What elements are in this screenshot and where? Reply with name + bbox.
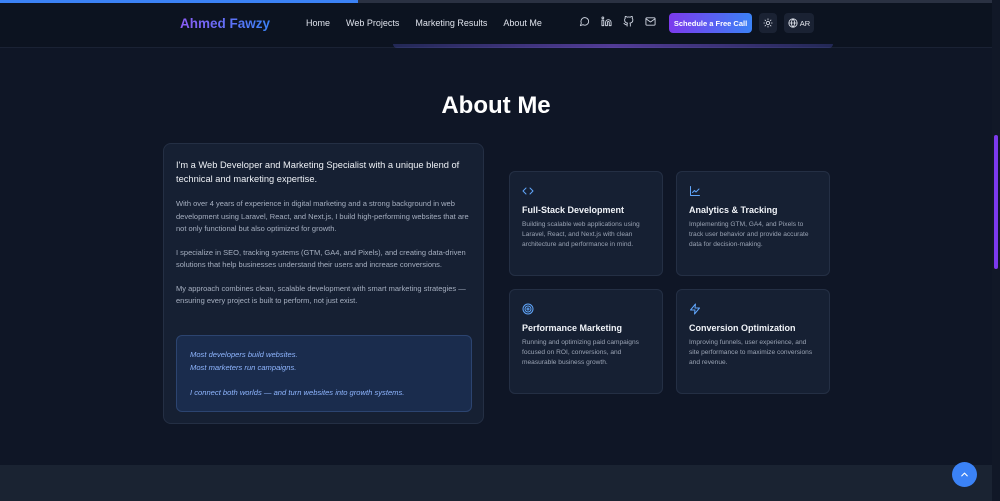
linkedin-icon[interactable] <box>600 15 612 27</box>
scroll-to-top-button[interactable] <box>952 462 977 487</box>
next-section-band <box>0 465 992 501</box>
navbar: Ahmed Fawzy Home Web Projects Marketing … <box>0 3 992 48</box>
whatsapp-icon[interactable] <box>578 15 590 27</box>
feature-title: Performance Marketing <box>522 323 623 333</box>
nav-links: Home Web Projects Marketing Results Abou… <box>306 18 542 28</box>
feature-title: Conversion Optimization <box>689 323 796 333</box>
feature-title: Full-Stack Development <box>522 205 625 215</box>
feature-description: Running and optimizing paid campaigns fo… <box>522 339 639 366</box>
scrollbar-thumb[interactable] <box>994 135 998 269</box>
about-paragraph: I specialize in SEO, tracking systems (G… <box>176 247 466 270</box>
github-icon[interactable] <box>622 15 634 27</box>
nav-link-about-me[interactable]: About Me <box>503 18 542 28</box>
nav-link-web-projects[interactable]: Web Projects <box>346 18 399 28</box>
nav-link-marketing-results[interactable]: Marketing Results <box>415 18 487 28</box>
feature-title: Analytics & Tracking <box>689 205 778 215</box>
chart-line-icon <box>689 184 701 196</box>
theme-toggle-button[interactable] <box>759 13 777 33</box>
quote-line: Most developers build websites. <box>190 350 298 359</box>
feature-card-conversion-optimization: Conversion Optimization Improving funnel… <box>676 289 830 394</box>
nav-glow-decoration <box>393 44 833 48</box>
bolt-icon <box>689 302 701 315</box>
feature-card-performance-marketing: Performance Marketing Running and optimi… <box>509 289 663 394</box>
schedule-call-button[interactable]: Schedule a Free Call <box>669 13 752 33</box>
feature-card-analytics: Analytics & Tracking Implementing GTM, G… <box>676 171 830 276</box>
about-lead: I'm a Web Developer and Marketing Specia… <box>176 160 460 184</box>
mail-icon[interactable] <box>644 15 656 27</box>
section-title: About Me <box>441 92 551 119</box>
language-label: AR <box>799 18 811 28</box>
feature-card-full-stack: Full-Stack Development Building scalable… <box>509 171 663 276</box>
feature-description: Improving funnels, user experience, and … <box>689 339 813 366</box>
globe-icon <box>788 18 798 28</box>
language-switch-button[interactable]: AR <box>784 13 814 33</box>
quote-box: Most developers build websites. Most mar… <box>176 335 472 412</box>
about-paragraph: My approach combines clean, scalable dev… <box>176 283 466 306</box>
scrollbar[interactable] <box>992 0 1000 501</box>
about-paragraph: With over 4 years of experience in digit… <box>176 199 469 233</box>
chevron-up-icon <box>961 472 968 477</box>
target-icon <box>522 302 534 315</box>
feature-description: Building scalable web applications using… <box>522 221 640 248</box>
social-icons <box>578 15 656 27</box>
scroll-progress-bar <box>0 0 358 3</box>
sun-icon <box>763 18 773 28</box>
feature-description: Implementing GTM, GA4, and Pixels to tra… <box>689 221 809 248</box>
code-icon <box>522 184 534 196</box>
logo[interactable]: Ahmed Fawzy <box>180 16 270 31</box>
about-card: I'm a Web Developer and Marketing Specia… <box>163 143 484 424</box>
quote-line: I connect both worlds — and turn website… <box>190 388 405 397</box>
quote-line: Most marketers run campaigns. <box>190 362 297 372</box>
nav-link-home[interactable]: Home <box>306 18 330 28</box>
